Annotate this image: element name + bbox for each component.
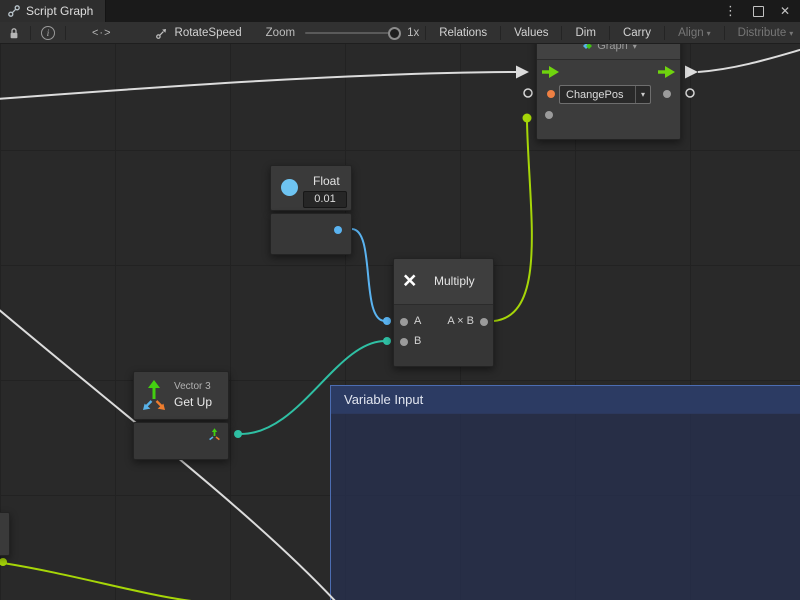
graph-toolbar: i <·> RotateSpeed Zoom 1x Relations Valu…	[0, 22, 800, 44]
align-button[interactable]: Align▾	[671, 22, 718, 44]
window-titlebar: Script Graph ⋮ ✕	[0, 0, 800, 22]
variable-name-port[interactable]	[547, 90, 555, 98]
vector3-node-header[interactable]: Vector 3 Get Up	[133, 371, 229, 420]
partial-node-left-edge[interactable]	[0, 512, 10, 556]
float-value-field[interactable]: 0.01	[303, 191, 347, 208]
toolbar-divider	[65, 26, 66, 40]
graph-node-right-ring-port[interactable]	[686, 89, 694, 97]
variable-right-port[interactable]	[663, 90, 671, 98]
vector3-icon	[141, 379, 167, 418]
zoom-slider-knob[interactable]	[388, 27, 401, 40]
wire-flow-out-arrowhead[interactable]	[685, 66, 698, 79]
graph-asset-icon	[152, 28, 171, 39]
graph-unit-header[interactable]: Graph ▾	[537, 44, 680, 60]
float-node-title: Float	[313, 174, 340, 188]
multiply-input-b-port[interactable]	[400, 338, 408, 346]
tab-script-graph[interactable]: Script Graph	[0, 0, 106, 22]
float-node[interactable]: Float 0.01	[270, 165, 352, 255]
zoom-value: 1x	[407, 27, 419, 39]
multiply-input-a-label: A	[414, 315, 421, 327]
tab-label: Script Graph	[26, 4, 93, 18]
multiply-output-port[interactable]	[480, 318, 488, 326]
wire-bottom-left[interactable]	[3, 563, 212, 600]
vector3-output-type-icon	[207, 427, 222, 447]
wire-endpoint-vector[interactable]	[383, 337, 391, 345]
wire-multiply-to-graph[interactable]	[494, 122, 532, 321]
multiply-node-title: Multiply	[434, 274, 475, 288]
multiply-node-header[interactable]: × Multiply	[394, 259, 493, 305]
multiply-node[interactable]: × Multiply A A × B B	[393, 258, 494, 367]
graph-canvas[interactable]: Variable Input Float	[0, 44, 800, 600]
variable-dropdown-value: ChangePos	[560, 89, 635, 101]
graph-node-left-ring-port[interactable]	[524, 89, 532, 97]
vector3-category-label: Vector 3	[174, 381, 211, 392]
maximize-icon[interactable]	[753, 6, 764, 17]
values-button[interactable]: Values	[507, 22, 555, 44]
chevron-down-icon: ▾	[707, 23, 711, 45]
graph-name-label[interactable]: RotateSpeed	[175, 27, 242, 39]
toolbar-divider	[30, 26, 31, 40]
getup-output-port[interactable]	[234, 430, 242, 438]
kebab-menu-icon[interactable]: ⋮	[724, 3, 737, 19]
info-icon[interactable]: i	[37, 26, 59, 40]
multiply-node-body: A A × B B	[394, 305, 493, 366]
wire-endpoint-result[interactable]	[523, 114, 532, 123]
vector3-node-title: Get Up	[174, 395, 212, 409]
float-node-header[interactable]: Float 0.01	[270, 165, 352, 211]
carry-button[interactable]: Carry	[616, 22, 658, 44]
toolbar-buttons: Relations Values Dim Carry Align▾ Distri…	[419, 22, 800, 44]
distribute-button[interactable]: Distribute▾	[731, 22, 800, 44]
float-node-port-strip[interactable]	[270, 213, 352, 255]
vector3-port-strip[interactable]	[133, 422, 229, 460]
variable-dropdown[interactable]: ChangePos ▾	[559, 85, 651, 104]
graph-unit-icon	[580, 44, 592, 52]
multiply-output-label: A × B	[447, 315, 474, 327]
flow-output-arrow-icon[interactable]	[658, 66, 675, 78]
lock-icon[interactable]	[4, 27, 24, 40]
wire-flow-in-arrowhead[interactable]	[516, 66, 529, 79]
script-graph-icon	[8, 5, 20, 17]
flow-input-arrow-icon[interactable]	[542, 66, 559, 78]
float-type-icon	[281, 179, 298, 196]
multiply-input-a-port[interactable]	[400, 318, 408, 326]
value-input-port[interactable]	[545, 111, 553, 119]
close-icon[interactable]: ✕	[780, 4, 790, 18]
dim-button[interactable]: Dim	[568, 22, 602, 44]
wire-float-to-multiply-a[interactable]	[352, 229, 385, 321]
code-view-icon[interactable]: <·>	[88, 27, 116, 39]
chevron-down-icon: ▾	[789, 23, 793, 45]
wire-flow-out[interactable]	[698, 49, 800, 72]
multiply-input-b-label: B	[414, 335, 421, 347]
wire-endpoint-float[interactable]	[383, 317, 391, 325]
chevron-down-icon[interactable]: ▾	[635, 86, 650, 103]
relations-button[interactable]: Relations	[432, 22, 494, 44]
graph-unit-node[interactable]: Graph ▾ ChangePos ▾	[536, 44, 681, 140]
wire-endpoint-bottom[interactable]	[0, 558, 7, 566]
float-output-port[interactable]	[334, 226, 342, 234]
chevron-down-icon: ▾	[633, 44, 637, 51]
wire-flow-in[interactable]	[0, 72, 516, 99]
zoom-slider[interactable]	[305, 32, 397, 34]
zoom-label: Zoom	[266, 27, 295, 39]
wire-getup-to-multiply-b[interactable]	[240, 341, 385, 434]
graph-unit-title: Graph	[597, 44, 628, 52]
vector3-getup-node[interactable]: Vector 3 Get Up	[133, 371, 229, 460]
multiply-icon: ×	[403, 266, 416, 294]
